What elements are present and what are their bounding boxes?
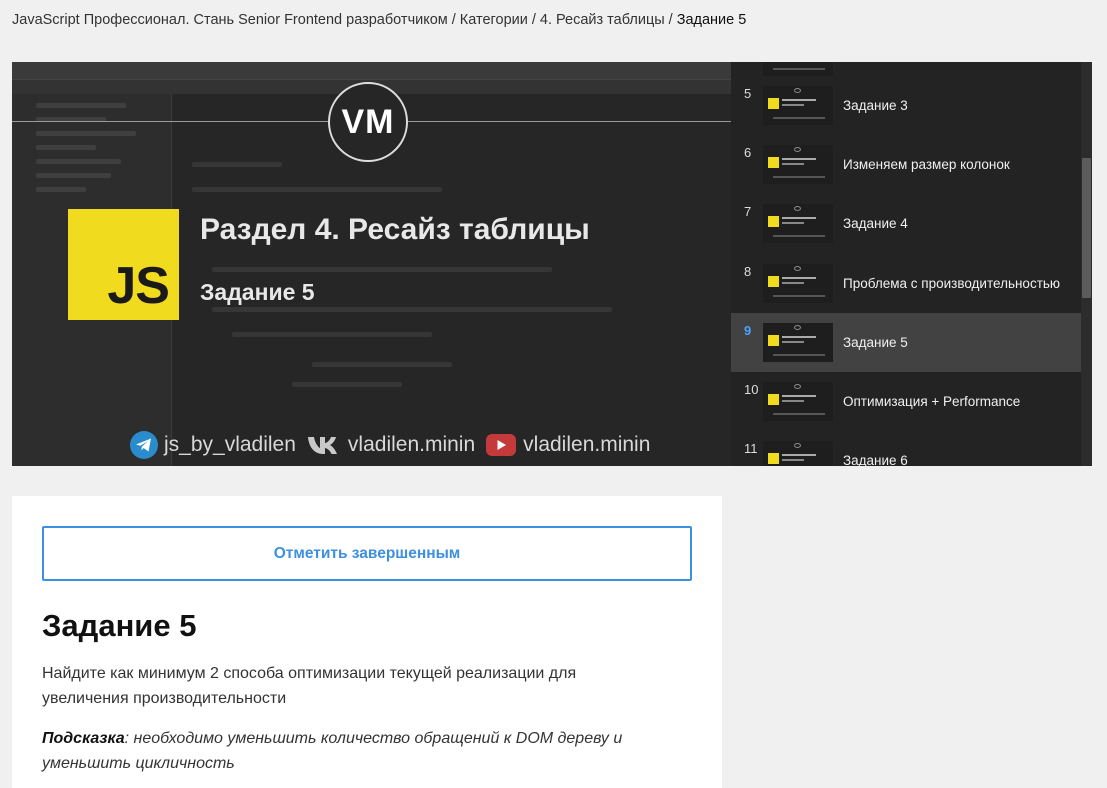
video-player[interactable]: VM JS Раздел 4. Ресайз таблицы Задание 5… bbox=[12, 62, 731, 466]
playlist-item-thumbnail bbox=[763, 323, 833, 362]
playlist-item[interactable]: 5 Задание 3 bbox=[731, 76, 1081, 135]
playlist-item-title: Задание 5 bbox=[843, 334, 908, 350]
lesson-title: Задание 5 bbox=[42, 608, 197, 643]
playlist-item-thumbnail bbox=[763, 86, 833, 125]
mark-complete-button[interactable]: Отметить завершенным bbox=[42, 526, 692, 581]
breadcrumb-section-link[interactable]: 4. Ресайз таблицы bbox=[540, 12, 665, 28]
playlist-item-number: 7 bbox=[744, 204, 752, 219]
video-socials: js_by_vladilen vladilen.minin vladilen.m… bbox=[130, 431, 660, 459]
playlist-item[interactable]: 7 Задание 4 bbox=[731, 194, 1081, 253]
playlist-item-thumbnail bbox=[763, 145, 833, 184]
js-logo-text: JS bbox=[107, 257, 170, 315]
breadcrumb-separator: / bbox=[451, 12, 456, 28]
playlist-item-thumbnail bbox=[763, 204, 833, 243]
hint-text: : необходимо уменьшить количество обраще… bbox=[42, 730, 623, 772]
breadcrumb: JavaScript Профессионал. Стань Senior Fr… bbox=[12, 12, 746, 28]
js-logo: JS bbox=[68, 209, 179, 320]
playlist-item[interactable]: 6 Изменяем размер колонок bbox=[731, 135, 1081, 194]
playlist-item-thumbnail bbox=[763, 382, 833, 421]
vk-handle: vladilen.minin bbox=[347, 433, 476, 456]
video-ide-titlebar bbox=[12, 62, 731, 80]
video-subtitle: Задание 5 bbox=[200, 279, 315, 305]
playlist-item-number: 9 bbox=[744, 323, 752, 338]
youtube-icon bbox=[485, 433, 517, 457]
playlist-item-title: Задание 3 bbox=[843, 97, 908, 113]
breadcrumb-categories-link[interactable]: Категории bbox=[460, 12, 528, 28]
vk-icon bbox=[306, 434, 342, 456]
playlist-item-title: Проблема с производительностью bbox=[843, 275, 1061, 291]
playlist-item-thumbnail bbox=[763, 264, 833, 303]
playlist-item-number: 5 bbox=[744, 86, 752, 101]
lesson-hint: Подсказка: необходимо уменьшить количест… bbox=[42, 726, 662, 776]
playlist-item-title: Изменяем размер колонок bbox=[843, 156, 1010, 172]
lesson-player: VM JS Раздел 4. Ресайз таблицы Задание 5… bbox=[12, 62, 1092, 466]
breadcrumb-course-link[interactable]: JavaScript Профессионал. Стань Senior Fr… bbox=[12, 12, 448, 28]
playlist-item-thumbnail bbox=[763, 62, 833, 76]
playlist-item-title: Оптимизация + Performance bbox=[843, 393, 1021, 409]
playlist-item-title: Задание 4 bbox=[843, 215, 908, 231]
playlist-item[interactable]: 10 Оптимизация + Performance bbox=[731, 372, 1081, 431]
vm-logo: VM bbox=[328, 82, 408, 162]
youtube-handle: vladilen.minin bbox=[523, 433, 651, 456]
playlist-item-number: 10 bbox=[744, 382, 759, 397]
breadcrumb-separator: / bbox=[531, 12, 536, 28]
playlist-item[interactable]: 11 Задание 6 bbox=[731, 431, 1081, 466]
playlist-item-active[interactable]: 9 Задание 5 bbox=[731, 313, 1081, 372]
playlist-item-number: 11 bbox=[744, 441, 758, 456]
lesson-content: Отметить завершенным Задание 5 Найдите к… bbox=[12, 496, 722, 788]
playlist-scrollbar[interactable] bbox=[1081, 62, 1092, 466]
breadcrumb-current: Задание 5 bbox=[676, 12, 747, 28]
telegram-handle: js_by_vladilen bbox=[164, 433, 296, 456]
telegram-icon bbox=[130, 431, 158, 459]
playlist-item-number: 8 bbox=[744, 264, 752, 279]
breadcrumb-separator: / bbox=[668, 12, 673, 28]
playlist-item-title: Задание 6 bbox=[843, 452, 908, 467]
lesson-playlist: 4 5 Задание 3 6 Изменяем размер колонок … bbox=[731, 62, 1092, 466]
video-title: Раздел 4. Ресайз таблицы bbox=[200, 213, 590, 246]
lesson-description: Найдите как минимум 2 способа оптимизаци… bbox=[42, 665, 577, 707]
playlist-item-number: 6 bbox=[744, 145, 752, 160]
playlist-scrollbar-thumb[interactable] bbox=[1082, 158, 1091, 298]
hint-label: Подсказка bbox=[42, 730, 125, 747]
playlist-item[interactable]: 8 Проблема с производительностью bbox=[731, 254, 1081, 313]
playlist-item-thumbnail bbox=[763, 441, 833, 466]
